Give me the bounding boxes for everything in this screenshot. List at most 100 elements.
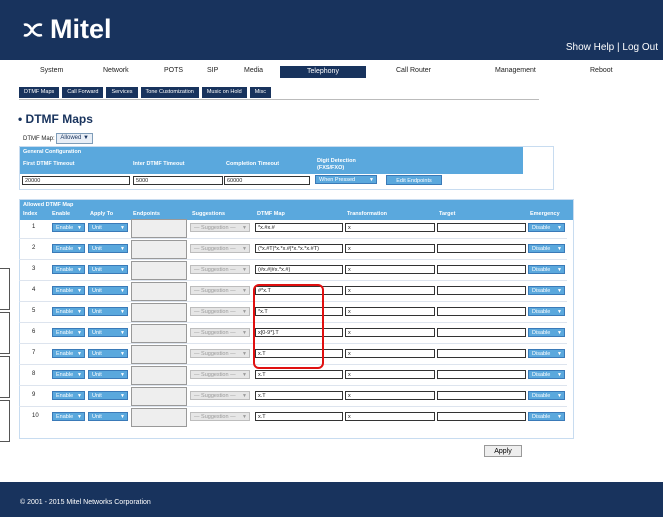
dtmf-map-input[interactable]: (*x.#T|*x.*x.#|*x.*x.*x.#T) xyxy=(255,244,343,253)
tab-pots[interactable]: POTS xyxy=(164,67,183,74)
enable-select[interactable]: Enable ▼ xyxy=(52,370,85,379)
transformation-input[interactable]: x xyxy=(345,391,435,400)
suggestion-select[interactable]: — Suggestion — ▼ xyxy=(190,349,250,358)
apply-to-select[interactable]: Unit ▼ xyxy=(88,223,128,232)
endpoints-textarea[interactable] xyxy=(131,240,187,259)
subtab-music-on-hold[interactable]: Music on Hold xyxy=(201,87,247,98)
emergency-select[interactable]: Disable ▼ xyxy=(528,349,565,358)
target-input[interactable] xyxy=(437,412,526,421)
emergency-select[interactable]: Disable ▼ xyxy=(528,370,565,379)
show-help-link[interactable]: Show Help xyxy=(566,42,614,53)
target-input[interactable] xyxy=(437,391,526,400)
emergency-select[interactable]: Disable ▼ xyxy=(528,265,565,274)
suggestion-select[interactable]: — Suggestion — ▼ xyxy=(190,286,250,295)
emergency-select[interactable]: Disable ▼ xyxy=(528,244,565,253)
apply-button[interactable]: Apply xyxy=(484,445,522,457)
tab-media[interactable]: Media xyxy=(244,67,263,74)
transformation-input[interactable]: x xyxy=(345,286,435,295)
tab-management[interactable]: Management xyxy=(495,67,536,74)
tab-network[interactable]: Network xyxy=(103,67,129,74)
tab-call-router[interactable]: Call Router xyxy=(396,67,431,74)
suggestion-select[interactable]: — Suggestion — ▼ xyxy=(190,265,250,274)
tab-telephony[interactable]: Telephony xyxy=(280,66,366,78)
dtmf-map-input[interactable]: x.T xyxy=(255,391,343,400)
enable-select[interactable]: Enable ▼ xyxy=(52,286,85,295)
transformation-input[interactable]: x xyxy=(345,412,435,421)
suggestion-select[interactable]: — Suggestion — ▼ xyxy=(190,244,250,253)
subtab-misc[interactable]: Misc xyxy=(249,87,272,98)
endpoints-textarea[interactable] xyxy=(131,345,187,364)
enable-select[interactable]: Enable ▼ xyxy=(52,391,85,400)
suggestion-select[interactable]: — Suggestion — ▼ xyxy=(190,307,250,316)
dtmf-map-input[interactable]: *x.#x.# xyxy=(255,223,343,232)
dtmf-map-select[interactable]: Allowed ▼ xyxy=(56,133,93,144)
target-input[interactable] xyxy=(437,244,526,253)
apply-to-select[interactable]: Unit ▼ xyxy=(88,391,128,400)
edit-endpoints-button[interactable]: Edit Endpoints xyxy=(386,175,442,185)
target-input[interactable] xyxy=(437,223,526,232)
transformation-input[interactable]: x xyxy=(345,307,435,316)
tab-system[interactable]: System xyxy=(40,67,63,74)
endpoints-textarea[interactable] xyxy=(131,366,187,385)
enable-select[interactable]: Enable ▼ xyxy=(52,412,85,421)
endpoints-textarea[interactable] xyxy=(131,324,187,343)
apply-to-select[interactable]: Unit ▼ xyxy=(88,328,128,337)
dtmf-map-input[interactable]: x.T xyxy=(255,349,343,358)
enable-select[interactable]: Enable ▼ xyxy=(52,349,85,358)
enable-select[interactable]: Enable ▼ xyxy=(52,265,85,274)
enable-select[interactable]: Enable ▼ xyxy=(52,244,85,253)
dtmf-map-input[interactable]: (#x.#|#x.*x.#) xyxy=(255,265,343,274)
target-input[interactable] xyxy=(437,349,526,358)
subtab-tone-customization[interactable]: Tone Customization xyxy=(140,87,199,98)
endpoints-textarea[interactable] xyxy=(131,219,187,238)
dtmf-map-input[interactable]: #*x.T xyxy=(255,286,343,295)
endpoints-textarea[interactable] xyxy=(131,387,187,406)
emergency-select[interactable]: Disable ▼ xyxy=(528,328,565,337)
apply-to-select[interactable]: Unit ▼ xyxy=(88,244,128,253)
target-input[interactable] xyxy=(437,307,526,316)
completion-timeout-input[interactable]: 60000 xyxy=(224,176,310,185)
first-timeout-input[interactable]: 20000 xyxy=(22,176,130,185)
dtmf-map-input[interactable]: x[0-9*].T xyxy=(255,328,343,337)
transformation-input[interactable]: x xyxy=(345,244,435,253)
enable-select[interactable]: Enable ▼ xyxy=(52,223,85,232)
transformation-input[interactable]: x xyxy=(345,265,435,274)
emergency-select[interactable]: Disable ▼ xyxy=(528,412,565,421)
target-input[interactable] xyxy=(437,328,526,337)
dtmf-map-input[interactable]: x.T xyxy=(255,412,343,421)
target-input[interactable] xyxy=(437,265,526,274)
target-input[interactable] xyxy=(437,286,526,295)
suggestion-select[interactable]: — Suggestion — ▼ xyxy=(190,412,250,421)
suggestion-select[interactable]: — Suggestion — ▼ xyxy=(190,391,250,400)
suggestion-select[interactable]: — Suggestion — ▼ xyxy=(190,328,250,337)
transformation-input[interactable]: x xyxy=(345,328,435,337)
subtab-services[interactable]: Services xyxy=(106,87,138,98)
apply-to-select[interactable]: Unit ▼ xyxy=(88,307,128,316)
endpoints-textarea[interactable] xyxy=(131,408,187,427)
apply-to-select[interactable]: Unit ▼ xyxy=(88,265,128,274)
emergency-select[interactable]: Disable ▼ xyxy=(528,223,565,232)
emergency-select[interactable]: Disable ▼ xyxy=(528,286,565,295)
emergency-select[interactable]: Disable ▼ xyxy=(528,391,565,400)
target-input[interactable] xyxy=(437,370,526,379)
emergency-select[interactable]: Disable ▼ xyxy=(528,307,565,316)
tab-sip[interactable]: SIP xyxy=(207,67,218,74)
log-out-link[interactable]: Log Out xyxy=(622,42,658,53)
dtmf-map-input[interactable]: *x.T xyxy=(255,307,343,316)
transformation-input[interactable]: x xyxy=(345,349,435,358)
enable-select[interactable]: Enable ▼ xyxy=(52,328,85,337)
subtab-dtmf-maps[interactable]: DTMF Maps xyxy=(19,87,60,98)
tab-reboot[interactable]: Reboot xyxy=(590,67,613,74)
apply-to-select[interactable]: Unit ▼ xyxy=(88,349,128,358)
endpoints-textarea[interactable] xyxy=(131,261,187,280)
digit-detection-select[interactable]: When Pressed ▼ xyxy=(315,175,377,184)
apply-to-select[interactable]: Unit ▼ xyxy=(88,370,128,379)
inter-timeout-input[interactable]: 5000 xyxy=(133,176,223,185)
suggestion-select[interactable]: — Suggestion — ▼ xyxy=(190,223,250,232)
subtab-call-forward[interactable]: Call Forward xyxy=(62,87,104,98)
endpoints-textarea[interactable] xyxy=(131,282,187,301)
apply-to-select[interactable]: Unit ▼ xyxy=(88,412,128,421)
transformation-input[interactable]: x xyxy=(345,223,435,232)
enable-select[interactable]: Enable ▼ xyxy=(52,307,85,316)
apply-to-select[interactable]: Unit ▼ xyxy=(88,286,128,295)
